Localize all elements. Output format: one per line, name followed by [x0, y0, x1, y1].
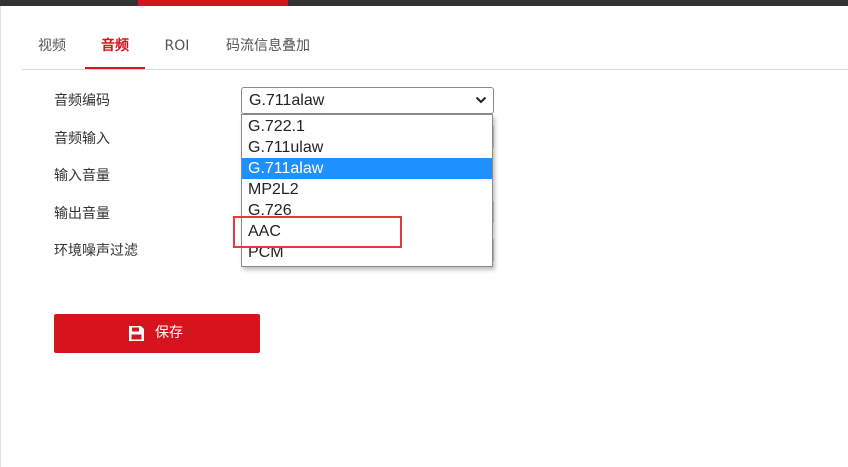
tab-audio[interactable]: 音频 — [85, 26, 145, 69]
audio-input-label: 音频输入 — [54, 131, 110, 147]
input-volume-label: 输入音量 — [54, 168, 110, 184]
audio-encoding-label: 音频编码 — [54, 93, 110, 109]
option-g711alaw[interactable]: G.711alaw — [242, 158, 492, 179]
option-g722-1[interactable]: G.722.1 — [242, 116, 492, 137]
tab-bar: 视频 音频 ROI 码流信息叠加 — [22, 26, 848, 70]
top-bar-active-indicator — [138, 0, 288, 6]
noise-filter-label: 环境噪声过滤 — [54, 243, 138, 259]
audio-encoding-value: G.711alaw — [249, 92, 325, 109]
option-mp2l2[interactable]: MP2L2 — [242, 179, 492, 200]
tab-video[interactable]: 视频 — [22, 26, 82, 69]
chevron-down-icon — [475, 96, 487, 104]
top-bar — [0, 0, 848, 6]
aac-option-highlight-box — [233, 216, 402, 248]
left-divider — [0, 6, 1, 467]
tab-roi[interactable]: ROI — [152, 26, 202, 69]
save-button[interactable]: 保存 — [54, 314, 260, 353]
output-volume-label: 输出音量 — [54, 206, 110, 222]
save-icon — [129, 326, 144, 341]
save-button-label: 保存 — [155, 325, 183, 341]
option-g711ulaw[interactable]: G.711ulaw — [242, 137, 492, 158]
audio-encoding-select[interactable]: G.711alaw — [241, 87, 494, 114]
tab-stream-info-overlay[interactable]: 码流信息叠加 — [218, 26, 318, 69]
